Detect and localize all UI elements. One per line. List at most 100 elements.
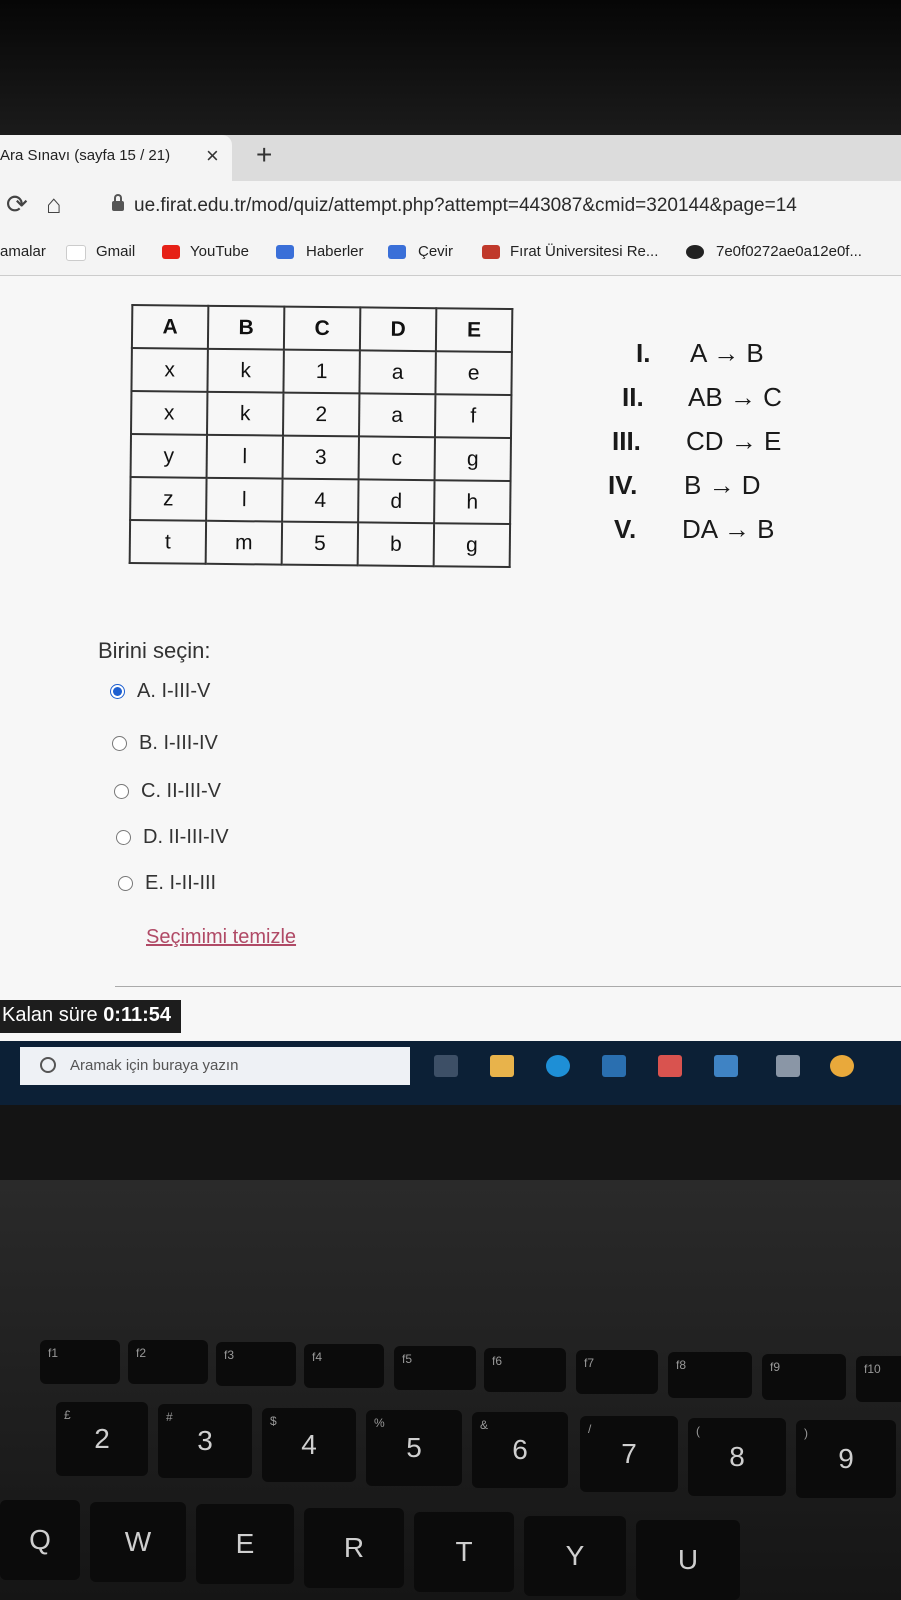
- radio-icon[interactable]: [116, 830, 131, 846]
- timer-box: Kalan süre 0:11:54: [0, 1000, 182, 1033]
- key-e: E: [196, 1504, 294, 1584]
- question-prompt: Birini seçin:: [98, 638, 211, 663]
- key-f10: f10: [856, 1356, 901, 1402]
- tab-quiz[interactable]: Ara Sınavı (sayfa 15 / 21) ×: [0, 135, 232, 181]
- lock-icon[interactable]: [112, 194, 124, 211]
- new-tab-button[interactable]: +: [256, 139, 272, 171]
- home-icon[interactable]: ⌂: [46, 189, 62, 220]
- bookmark-firat[interactable]: Fırat Üniversitesi Re...: [510, 243, 658, 260]
- table-cell: m: [205, 520, 283, 565]
- table-row: x k 1 a e: [131, 348, 512, 395]
- address-bar[interactable]: ue.firat.edu.tr/mod/quiz/attempt.php?att…: [134, 195, 797, 217]
- bookmark-youtube[interactable]: YouTube: [190, 243, 249, 260]
- store-icon[interactable]: [602, 1055, 626, 1077]
- table-cell: g: [434, 437, 511, 481]
- radio-selected-icon[interactable]: [110, 684, 125, 700]
- close-tab-icon[interactable]: ×: [206, 143, 219, 169]
- table-cell: a: [359, 350, 436, 395]
- radio-icon[interactable]: [118, 876, 133, 892]
- key-u: U: [636, 1520, 740, 1600]
- dependency-number: V.: [614, 514, 637, 544]
- table-cell: e: [435, 351, 512, 395]
- table-cell: 2: [283, 392, 360, 437]
- quiz-content: A B C D E x k 1 a e x k 2 a f y l 3 c g …: [0, 276, 901, 1056]
- timer-value: 0:11:54: [103, 1004, 172, 1026]
- table-cell: x: [131, 348, 208, 392]
- office-icon[interactable]: [658, 1055, 682, 1077]
- key-7: 7/: [580, 1416, 678, 1492]
- table-cell: d: [358, 479, 435, 524]
- table-cell: t: [129, 520, 207, 564]
- table-cell: 1: [283, 349, 360, 394]
- table-cell: l: [206, 434, 284, 479]
- table-cell: l: [206, 477, 283, 522]
- option-a[interactable]: A. I-III-V: [110, 680, 210, 710]
- key-t: T: [414, 1512, 514, 1592]
- option-b[interactable]: B. I-III-IV: [112, 732, 218, 762]
- search-icon: [40, 1057, 56, 1073]
- dependency-expression: CD → E: [686, 426, 782, 456]
- table-row: x k 2 a f: [131, 391, 512, 438]
- key-f9: f9: [762, 1354, 846, 1400]
- task-view-icon[interactable]: [434, 1055, 458, 1077]
- table-cell: y: [130, 434, 208, 478]
- clear-choice-link[interactable]: Seçimimi temizle: [146, 926, 296, 949]
- table-cell: k: [207, 391, 284, 436]
- table-row: y l 3 c g: [130, 434, 511, 481]
- option-d[interactable]: D. II-III-IV: [116, 826, 229, 856]
- tab-title: Ara Sınavı (sayfa 15 / 21): [0, 147, 171, 164]
- bookmark-gmail[interactable]: Gmail: [96, 243, 135, 260]
- search-placeholder: Aramak için buraya yazın: [70, 1057, 239, 1074]
- bookmark-haberler[interactable]: Haberler: [306, 243, 364, 260]
- key-9: 9): [796, 1420, 896, 1498]
- table-header: E: [435, 308, 513, 352]
- table-cell: 3: [282, 435, 359, 480]
- chrome-icon[interactable]: [830, 1055, 854, 1077]
- taskbar-search[interactable]: Aramak için buraya yazın: [20, 1047, 410, 1085]
- key-f6: f6: [484, 1348, 566, 1392]
- dependency-expression: DA → B: [682, 514, 775, 544]
- option-label: C. II-III-V: [141, 780, 221, 802]
- key-f7: f7: [576, 1350, 658, 1394]
- key-r: R: [304, 1508, 404, 1588]
- bookmarks-bar: amalar Gmail YouTube Haberler Çevir Fıra…: [0, 233, 901, 276]
- table-cell: x: [131, 391, 208, 435]
- usb-icon[interactable]: [776, 1055, 800, 1077]
- file-explorer-icon[interactable]: [490, 1055, 514, 1077]
- key-f4: f4: [304, 1344, 384, 1388]
- dependency-expression: AB → C: [688, 382, 782, 412]
- address-toolbar: ⟳ ⌂ ue.firat.edu.tr/mod/quiz/attempt.php…: [0, 181, 901, 233]
- windows-taskbar: Aramak için buraya yazın: [0, 1041, 901, 1105]
- option-label: B. I-III-IV: [139, 732, 218, 754]
- timer-label: Kalan süre: [2, 1004, 98, 1026]
- youtube-icon: [162, 245, 180, 259]
- key-f8: f8: [668, 1352, 752, 1398]
- reload-icon[interactable]: ⟳: [6, 189, 28, 220]
- radio-icon[interactable]: [114, 784, 129, 800]
- radio-icon[interactable]: [112, 736, 127, 752]
- dependency-expression: B → D: [684, 470, 761, 500]
- key-6: 6 &: [472, 1412, 568, 1488]
- edge-icon[interactable]: [546, 1055, 570, 1077]
- option-c[interactable]: C. II-III-V: [114, 780, 221, 810]
- table-header-row: A B C D E: [131, 305, 513, 352]
- dependency-number: I.: [636, 338, 651, 368]
- github-icon: [686, 245, 704, 259]
- tab-bar: Ara Sınavı (sayfa 15 / 21) × +: [0, 135, 901, 181]
- key-w: W: [90, 1502, 186, 1582]
- option-e[interactable]: E. I-II-III: [118, 872, 216, 902]
- mail-icon[interactable]: [714, 1055, 738, 1077]
- key-f3: f3: [216, 1342, 296, 1386]
- bookmark-cevir[interactable]: Çevir: [418, 243, 453, 260]
- laptop-keyboard: f1 f2 f3 f4 f5 f6 f7 f8 f9 f10 2 £ 3 # 4 $ …: [0, 1180, 901, 1600]
- bookmark-github[interactable]: 7e0f0272ae0a12e0f...: [716, 243, 862, 260]
- key-4: 4 $: [262, 1408, 356, 1482]
- firat-icon: [482, 245, 500, 259]
- option-label: A. I-III-V: [137, 680, 211, 702]
- table-header: D: [359, 307, 437, 352]
- table-cell: 4: [282, 478, 359, 523]
- bookmark-apps[interactable]: amalar: [0, 243, 46, 260]
- translate-icon: [388, 245, 406, 259]
- key-f2: f2: [128, 1340, 208, 1384]
- relation-table: A B C D E x k 1 a e x k 2 a f y l 3 c g …: [129, 304, 514, 568]
